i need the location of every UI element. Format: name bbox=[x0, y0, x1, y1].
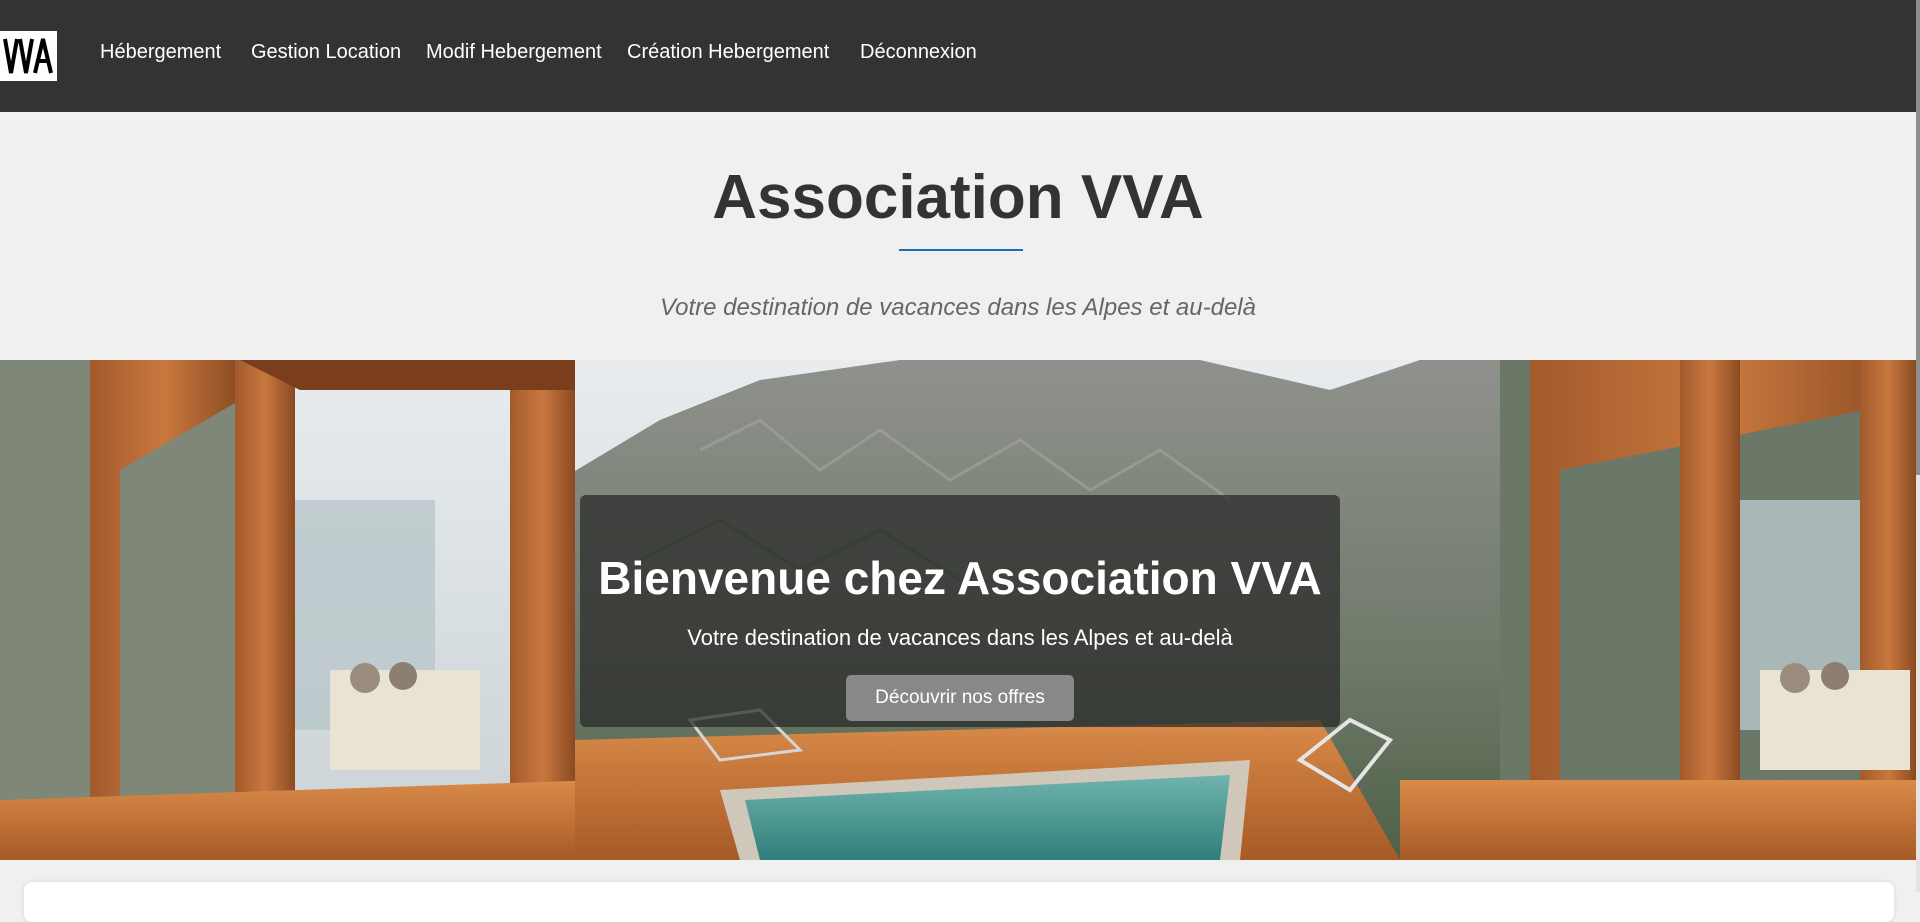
hero-title: Bienvenue chez Association VVA bbox=[598, 552, 1322, 604]
site-header: Association VVA Votre destination de vac… bbox=[0, 112, 1916, 360]
nav-link-gestion-location[interactable]: Gestion Location bbox=[251, 41, 401, 64]
nav-link-hebergement[interactable]: Hébergement bbox=[100, 41, 221, 64]
hero-overlay-box: Bienvenue chez Association VVA Votre des… bbox=[580, 495, 1340, 727]
title-underline bbox=[899, 249, 1023, 251]
nav-links: Hébergement Gestion Location Modif Heber… bbox=[0, 0, 1100, 112]
hero-subtitle: Votre destination de vacances dans les A… bbox=[687, 625, 1233, 650]
hero-banner: Bienvenue chez Association VVA Votre des… bbox=[0, 360, 1916, 860]
page-title: Association VVA bbox=[712, 163, 1204, 232]
content-card bbox=[24, 882, 1894, 922]
discover-offers-button[interactable]: Découvrir nos offres bbox=[846, 675, 1074, 721]
header-tagline: Votre destination de vacances dans les A… bbox=[660, 294, 1256, 321]
nav-link-creation-hebergement[interactable]: Création Hebergement bbox=[627, 41, 829, 64]
scrollbar-thumb[interactable] bbox=[1916, 0, 1920, 475]
page-scrollbar[interactable] bbox=[1916, 0, 1920, 892]
nav-link-deconnexion[interactable]: Déconnexion bbox=[860, 41, 977, 64]
content-area bbox=[0, 860, 1916, 922]
nav-link-modif-hebergement[interactable]: Modif Hebergement bbox=[426, 41, 602, 64]
top-navbar: Hébergement Gestion Location Modif Heber… bbox=[0, 0, 1920, 112]
